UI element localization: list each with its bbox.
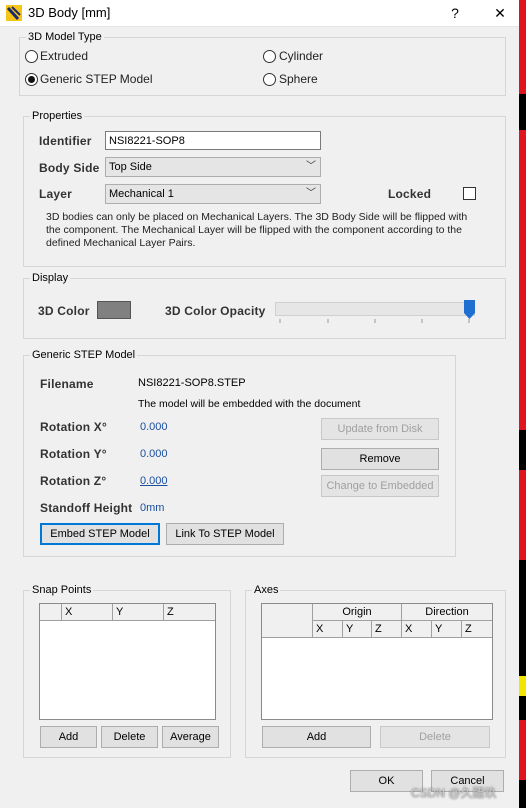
layer-note: 3D bodies can only be placed on Mechanic… <box>46 211 467 250</box>
locked-label: Locked <box>388 187 432 201</box>
model-type-group-title: 3D Model Type <box>26 30 104 44</box>
layer-label: Layer <box>39 187 73 201</box>
watermark: CSDN @久醋玖 <box>411 786 497 800</box>
axes-origin-header[interactable]: Origin <box>313 604 402 621</box>
slider-thumb[interactable] <box>464 300 475 319</box>
slider-ticks <box>279 319 470 323</box>
background-yellow-strip <box>519 676 526 696</box>
snap-points-table[interactable]: X Y Z <box>39 603 216 720</box>
radio-generic-step-label: Generic STEP Model <box>40 72 153 86</box>
rotation-y-label: Rotation Y° <box>40 447 107 461</box>
table-header-blank <box>262 604 313 638</box>
layer-note-line: 3D bodies can only be placed on Mechanic… <box>46 211 468 223</box>
snap-points-group-title: Snap Points <box>30 583 94 597</box>
radio-sphere-label: Sphere <box>279 72 318 86</box>
radio-cylinder[interactable] <box>263 50 276 63</box>
body-side-value: Top Side <box>109 161 152 173</box>
remove-button[interactable]: Remove <box>321 448 439 470</box>
display-group-title: Display <box>30 271 71 285</box>
layer-note-line: defined Mechanical Layer Pairs. <box>46 237 196 249</box>
radio-cylinder-label: Cylinder <box>279 49 324 63</box>
link-to-step-model-button[interactable]: Link To STEP Model <box>166 523 284 545</box>
rotation-x-value[interactable]: 0.000 <box>140 421 168 433</box>
axes-direction-col-z[interactable]: Z <box>462 621 492 638</box>
snap-delete-button[interactable]: Delete <box>101 726 158 748</box>
snap-col-y[interactable]: Y <box>113 604 164 621</box>
axes-origin-col-z[interactable]: Z <box>372 621 402 638</box>
background-red-strip <box>519 470 526 560</box>
radio-generic-step[interactable] <box>25 73 38 86</box>
axes-direction-col-x[interactable]: X <box>402 621 432 638</box>
app-icon <box>6 5 22 21</box>
embed-note: The model will be embedded with the docu… <box>138 398 361 410</box>
change-to-embedded-button[interactable]: Change to Embedded <box>321 475 439 497</box>
snap-col-x[interactable]: X <box>62 604 113 621</box>
axes-group-title: Axes <box>252 583 281 597</box>
layer-note-line: the component. The Mechanical Layer will… <box>46 224 462 236</box>
help-button[interactable]: ? <box>440 2 470 24</box>
axes-origin-col-y[interactable]: Y <box>343 621 372 638</box>
opacity-label: 3D Color Opacity <box>165 304 266 318</box>
rotation-y-value[interactable]: 0.000 <box>140 448 168 460</box>
dialog: 3D Body [mm] ? ✕ 3D Model Type Extruded … <box>0 0 519 808</box>
update-from-disk-button[interactable]: Update from Disk <box>321 418 439 440</box>
body-side-select[interactable]: Top Side ﹀ <box>105 157 321 177</box>
model-type-group: 3D Model Type <box>19 30 506 96</box>
rotation-x-label: Rotation X° <box>40 420 107 434</box>
snap-average-button[interactable]: Average <box>162 726 219 748</box>
layer-value: Mechanical 1 <box>109 188 174 200</box>
standoff-height-value[interactable]: 0mm <box>140 502 164 514</box>
radio-extruded[interactable] <box>25 50 38 63</box>
identifier-input[interactable]: NSI8221-SOP8 <box>105 131 321 150</box>
locked-checkbox[interactable] <box>463 187 476 200</box>
radio-sphere[interactable] <box>263 73 276 86</box>
chevron-down-icon: ﹀ <box>306 161 316 172</box>
standoff-height-label: Standoff Height <box>40 501 133 515</box>
color-swatch[interactable] <box>97 301 131 319</box>
axes-direction-header[interactable]: Direction <box>402 604 492 621</box>
title-bar[interactable]: 3D Body [mm] ? ✕ <box>0 0 519 27</box>
table-header-blank <box>40 604 62 621</box>
body-side-label: Body Side <box>39 161 100 175</box>
background-red-strip <box>519 130 526 430</box>
opacity-slider[interactable] <box>275 300 475 328</box>
snap-add-button[interactable]: Add <box>40 726 97 748</box>
properties-group-title: Properties <box>30 109 85 123</box>
layer-select[interactable]: Mechanical 1 ﹀ <box>105 184 321 204</box>
generic-step-group-title: Generic STEP Model <box>30 348 138 362</box>
background-red-strip <box>519 0 526 94</box>
rotation-z-value[interactable]: 0.000 <box>140 475 168 487</box>
color-label: 3D Color <box>38 304 90 318</box>
axes-origin-col-x[interactable]: X <box>313 621 343 638</box>
close-button[interactable]: ✕ <box>485 2 515 24</box>
rotation-z-label: Rotation Z° <box>40 474 107 488</box>
filename-label: Filename <box>40 377 94 391</box>
identifier-label: Identifier <box>39 134 92 148</box>
embed-step-model-button[interactable]: Embed STEP Model <box>40 523 160 545</box>
radio-extruded-label: Extruded <box>40 49 89 63</box>
window-title: 3D Body [mm] <box>28 5 111 20</box>
axes-add-button[interactable]: Add <box>262 726 371 748</box>
snap-col-z[interactable]: Z <box>164 604 215 621</box>
chevron-down-icon: ﹀ <box>306 188 316 199</box>
axes-table[interactable]: Origin Direction X Y Z X Y Z <box>261 603 493 720</box>
axes-delete-button[interactable]: Delete <box>380 726 490 748</box>
slider-track <box>275 302 475 316</box>
filename-value: NSI8221-SOP8.STEP <box>138 377 246 389</box>
background-red-strip <box>519 720 526 780</box>
axes-direction-col-y[interactable]: Y <box>432 621 462 638</box>
